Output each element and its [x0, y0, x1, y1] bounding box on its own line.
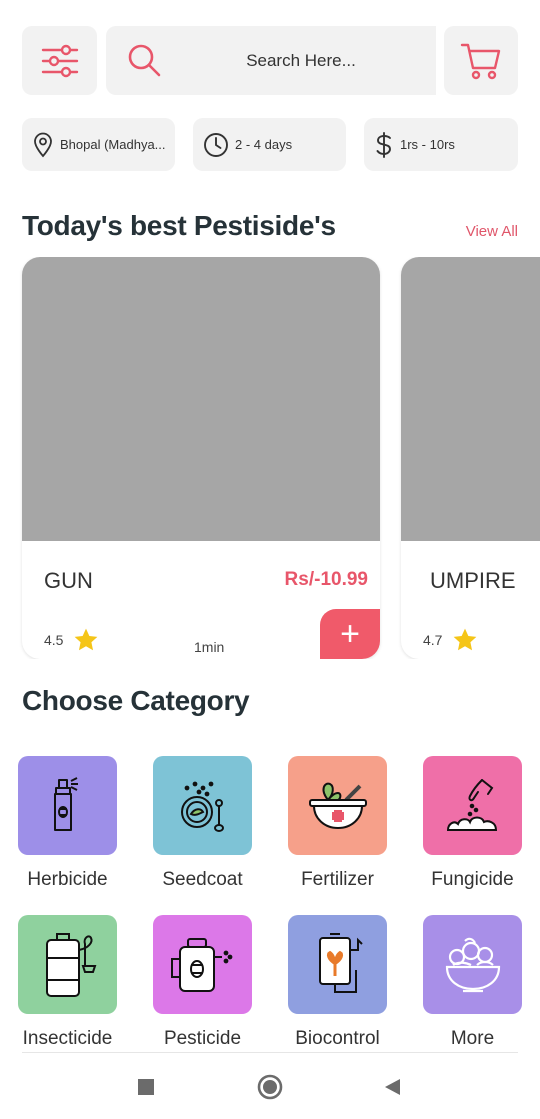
- delivery-chip[interactable]: 2 - 4 days: [193, 118, 346, 171]
- add-to-cart-button[interactable]: +: [320, 609, 380, 659]
- back-triangle-icon: [385, 1079, 400, 1095]
- top-bar: [22, 26, 518, 95]
- delivery-label: 2 - 4 days: [235, 137, 293, 152]
- search-input[interactable]: [166, 26, 436, 95]
- category-label: Pesticide: [163, 1028, 242, 1049]
- filter-chips: Bhopal (Madhya... 2 - 4 days 1rs - 10rs: [22, 118, 518, 171]
- bug-spray-icon: [170, 937, 232, 992]
- square-icon: [138, 1079, 154, 1095]
- home-circle-icon: [257, 1074, 283, 1100]
- product-carousel[interactable]: GUN Rs/-10.99 4.5 1min + UMPIRE 4.7: [0, 257, 540, 659]
- cart-icon: [460, 43, 501, 79]
- category-tile[interactable]: [18, 756, 117, 855]
- category-label: Biocontrol: [295, 1028, 380, 1049]
- category-label: Herbicide: [27, 869, 108, 890]
- category-label: Fertilizer: [301, 869, 374, 890]
- product-rating: 4.5: [44, 627, 99, 653]
- home-button[interactable]: [256, 1073, 284, 1101]
- product-card[interactable]: GUN Rs/-10.99 4.5 1min +: [22, 257, 380, 659]
- product-image: [401, 257, 540, 541]
- category-more[interactable]: More: [405, 915, 540, 1050]
- location-chip[interactable]: Bhopal (Madhya...: [22, 118, 175, 171]
- hand-sprinkle-icon: [446, 778, 497, 831]
- seed-bowl-icon: [180, 781, 224, 832]
- category-tile[interactable]: [18, 915, 117, 1014]
- best-section-title: Today's best Pestiside's: [22, 210, 336, 241]
- rating-value: 4.5: [44, 632, 64, 648]
- spray-bottle-icon: [53, 776, 78, 831]
- system-nav-bar: [0, 1055, 540, 1119]
- category-fertilizer[interactable]: Fertilizer: [270, 756, 405, 891]
- back-button[interactable]: [378, 1073, 406, 1101]
- recents-button[interactable]: [132, 1073, 160, 1101]
- filter-button[interactable]: [22, 26, 97, 95]
- product-image: [22, 257, 380, 541]
- product-time: 1min: [194, 639, 225, 655]
- category-tile[interactable]: [423, 756, 522, 855]
- product-name: GUN: [44, 568, 93, 593]
- category-biocontrol[interactable]: Biocontrol: [270, 915, 405, 1050]
- category-tile[interactable]: [423, 915, 522, 1014]
- location-label: Bhopal (Madhya...: [60, 137, 166, 152]
- salad-bowl-icon: [445, 937, 500, 992]
- category-label: Seedcoat: [162, 869, 243, 890]
- category-insecticide[interactable]: Insecticide: [0, 915, 135, 1050]
- category-section-title: Choose Category: [22, 685, 250, 716]
- category-herbicide[interactable]: Herbicide: [0, 756, 135, 891]
- view-all-link[interactable]: View All: [466, 223, 518, 240]
- category-tile[interactable]: [153, 915, 252, 1014]
- search-bar[interactable]: [106, 26, 436, 95]
- clock-icon: [204, 132, 228, 157]
- product-name: UMPIRE: [430, 568, 516, 593]
- category-label: Fungicide: [431, 869, 514, 890]
- divider: [22, 1052, 518, 1053]
- plus-icon: +: [340, 615, 360, 653]
- dollar-icon: [376, 131, 391, 158]
- location-pin-icon: [34, 132, 52, 157]
- cart-button[interactable]: [444, 26, 518, 95]
- product-rating: 4.7: [423, 627, 478, 653]
- drip-plant-icon: [318, 932, 363, 993]
- mortar-icon: [308, 782, 367, 829]
- rating-value: 4.7: [423, 632, 443, 648]
- category-tile[interactable]: [288, 915, 387, 1014]
- category-label: More: [450, 1028, 495, 1049]
- product-price: Rs/-10.99: [284, 569, 368, 590]
- filter-sliders-icon: [41, 44, 78, 77]
- star-icon: [454, 628, 477, 651]
- price-range-label: 1rs - 10rs: [400, 137, 455, 152]
- category-fungicide[interactable]: Fungicide: [405, 756, 540, 891]
- category-pesticide[interactable]: Pesticide: [135, 915, 270, 1050]
- category-tile[interactable]: [288, 756, 387, 855]
- search-icon: [128, 44, 161, 77]
- category-seedcoat[interactable]: Seedcoat: [135, 756, 270, 891]
- star-icon: [75, 628, 98, 651]
- sprayer-tank-icon: [45, 932, 96, 997]
- category-tile[interactable]: [153, 756, 252, 855]
- product-card[interactable]: UMPIRE 4.7: [401, 257, 540, 659]
- price-chip[interactable]: 1rs - 10rs: [364, 118, 518, 171]
- category-label: Insecticide: [22, 1028, 113, 1049]
